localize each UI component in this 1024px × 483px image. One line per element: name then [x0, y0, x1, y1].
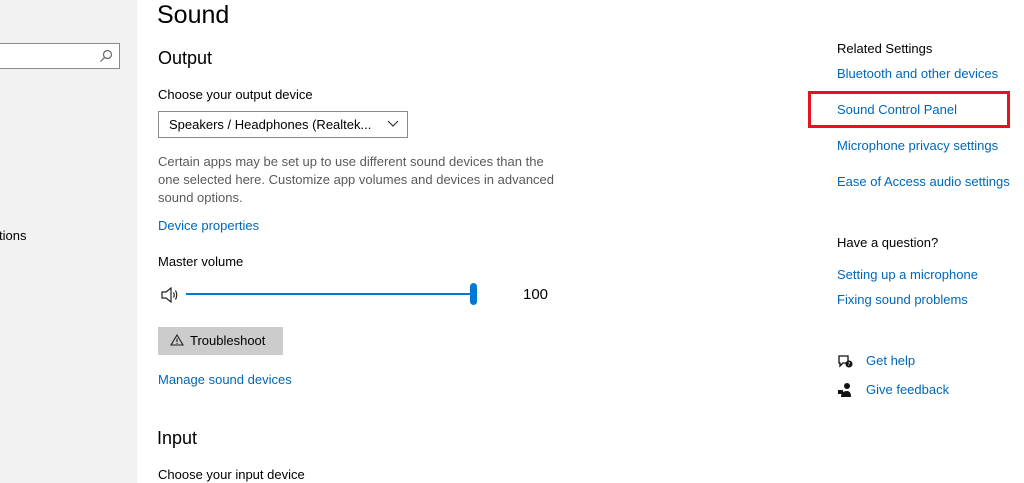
input-heading: Input [157, 428, 198, 448]
give-feedback-label: Give feedback [866, 382, 950, 397]
master-volume-label: Master volume [158, 254, 244, 269]
fixing-sound-problems-link[interactable]: Fixing sound problems [837, 292, 968, 307]
output-device-select[interactable]: Speakers / Headphones (Realtek... [158, 111, 408, 138]
chevron-down-icon [387, 120, 399, 127]
output-heading: Output [158, 48, 213, 68]
troubleshoot-label: Troubleshoot [190, 333, 266, 348]
related-settings-panel: Related Settings Bluetooth and other dev… [837, 0, 1024, 483]
sidebar: tions [0, 0, 137, 483]
volume-slider-thumb[interactable] [470, 283, 477, 305]
input-device-label: Choose your input device [158, 467, 305, 482]
svg-text:?: ? [848, 362, 851, 368]
output-device-value: Speakers / Headphones (Realtek... [169, 117, 372, 132]
get-help-label: Get help [866, 353, 916, 368]
output-device-label: Choose your output device [158, 87, 313, 102]
get-help-link[interactable]: ? Get help [837, 353, 1017, 371]
sound-control-panel-link[interactable]: Sound Control Panel [837, 102, 957, 117]
related-settings-heading: Related Settings [837, 41, 933, 56]
search-input[interactable] [0, 43, 120, 69]
search-icon [100, 49, 113, 62]
output-description: Certain apps may be set up to use differ… [158, 154, 555, 205]
speaker-icon[interactable] [161, 287, 181, 303]
feedback-person-icon [838, 383, 851, 397]
volume-value: 100 [523, 286, 549, 303]
warning-icon [170, 334, 184, 346]
ease-of-access-audio-link[interactable]: Ease of Access audio settings [837, 174, 1010, 189]
microphone-privacy-link[interactable]: Microphone privacy settings [837, 138, 998, 153]
main-content: Sound Output Choose your output device S… [157, 0, 798, 483]
bluetooth-devices-link[interactable]: Bluetooth and other devices [837, 66, 998, 81]
device-properties-link[interactable]: Device properties [158, 218, 259, 233]
sidebar-item-partial[interactable]: tions [0, 228, 26, 243]
troubleshoot-button[interactable]: Troubleshoot [158, 327, 283, 355]
volume-slider-track[interactable] [186, 293, 476, 295]
manage-sound-devices-link[interactable]: Manage sound devices [158, 372, 292, 387]
page-title: Sound [157, 1, 230, 29]
give-feedback-link[interactable]: Give feedback [837, 382, 1017, 400]
setting-up-microphone-link[interactable]: Setting up a microphone [837, 267, 978, 282]
help-chat-icon: ? [838, 355, 853, 368]
question-heading: Have a question? [837, 235, 939, 250]
